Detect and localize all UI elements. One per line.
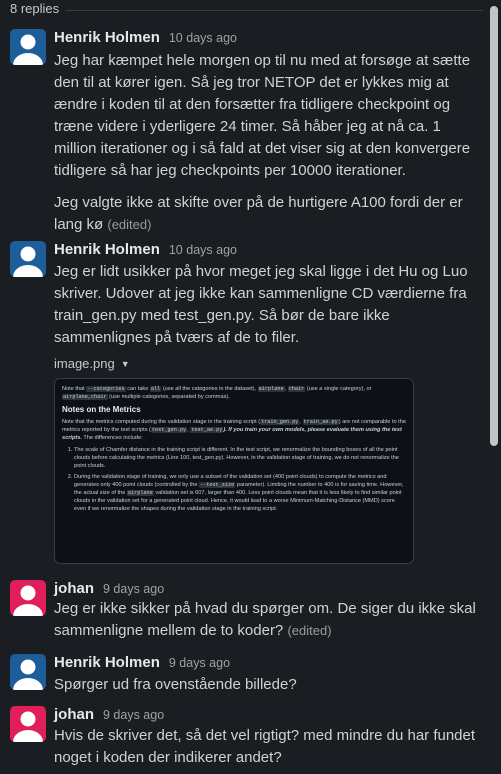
author-name[interactable]: johan [54, 580, 94, 597]
message-text: Jeg har kæmpet hele morgen op til nu med… [54, 52, 471, 179]
avatar[interactable] [10, 654, 46, 690]
message-text: Jeg er lidt usikker på hvor meget jeg sk… [54, 263, 468, 346]
author-name[interactable]: Henrik Holmen [54, 654, 160, 671]
author-name[interactable]: johan [54, 706, 94, 723]
avatar[interactable] [10, 241, 46, 277]
attachment-heading: Notes on the Metrics [62, 405, 141, 414]
edited-label: (edited) [107, 217, 152, 232]
attachment-list: The scale of Chamfer distance in the tra… [62, 446, 407, 513]
message-text: Jeg er ikke sikker på hvad du spørger om… [54, 600, 476, 639]
author-name[interactable]: Henrik Holmen [54, 29, 160, 46]
timestamp[interactable]: 10 days ago [169, 31, 237, 45]
edited-label: (edited) [287, 623, 332, 638]
person-avatar-icon [10, 706, 46, 742]
timestamp[interactable]: 9 days ago [103, 708, 164, 722]
list-item: The scale of Chamfer distance in the tra… [74, 446, 407, 470]
replies-count[interactable]: 8 replies [10, 1, 59, 16]
message-body: Jeg har kæmpet hele morgen op til nu med… [54, 50, 486, 236]
caret-down-icon: ▼ [120, 358, 130, 369]
attachment-intro: Note that --categories can take all (use… [62, 386, 372, 400]
list-item: During the validation stage of training,… [74, 473, 407, 513]
person-avatar-icon [10, 580, 46, 616]
person-avatar-icon [10, 654, 46, 690]
attachment-image[interactable]: Note that --categories can take all (use… [54, 378, 414, 564]
message-text: Spørger ud fra ovenstående billede? [54, 676, 297, 693]
attachment-paragraph: Note that the metrics computed during th… [62, 419, 406, 441]
person-avatar-icon [10, 29, 46, 65]
avatar[interactable] [10, 29, 46, 65]
message-body: Jeg er ikke sikker på hvad du spørger om… [54, 598, 486, 642]
avatar[interactable] [10, 580, 46, 616]
attachment-toggle[interactable]: image.png ▼ [54, 356, 130, 371]
message-text: Hvis de skriver det, så det vel rigtigt?… [54, 727, 476, 766]
scrollbar-thumb[interactable] [490, 6, 498, 446]
avatar[interactable] [10, 706, 46, 742]
author-name[interactable]: Henrik Holmen [54, 241, 160, 258]
timestamp[interactable]: 10 days ago [169, 243, 237, 257]
person-avatar-icon [10, 241, 46, 277]
replies-divider [66, 10, 483, 11]
timestamp[interactable]: 9 days ago [103, 582, 164, 596]
attachment-filename: image.png [54, 356, 115, 371]
timestamp[interactable]: 9 days ago [169, 656, 230, 670]
